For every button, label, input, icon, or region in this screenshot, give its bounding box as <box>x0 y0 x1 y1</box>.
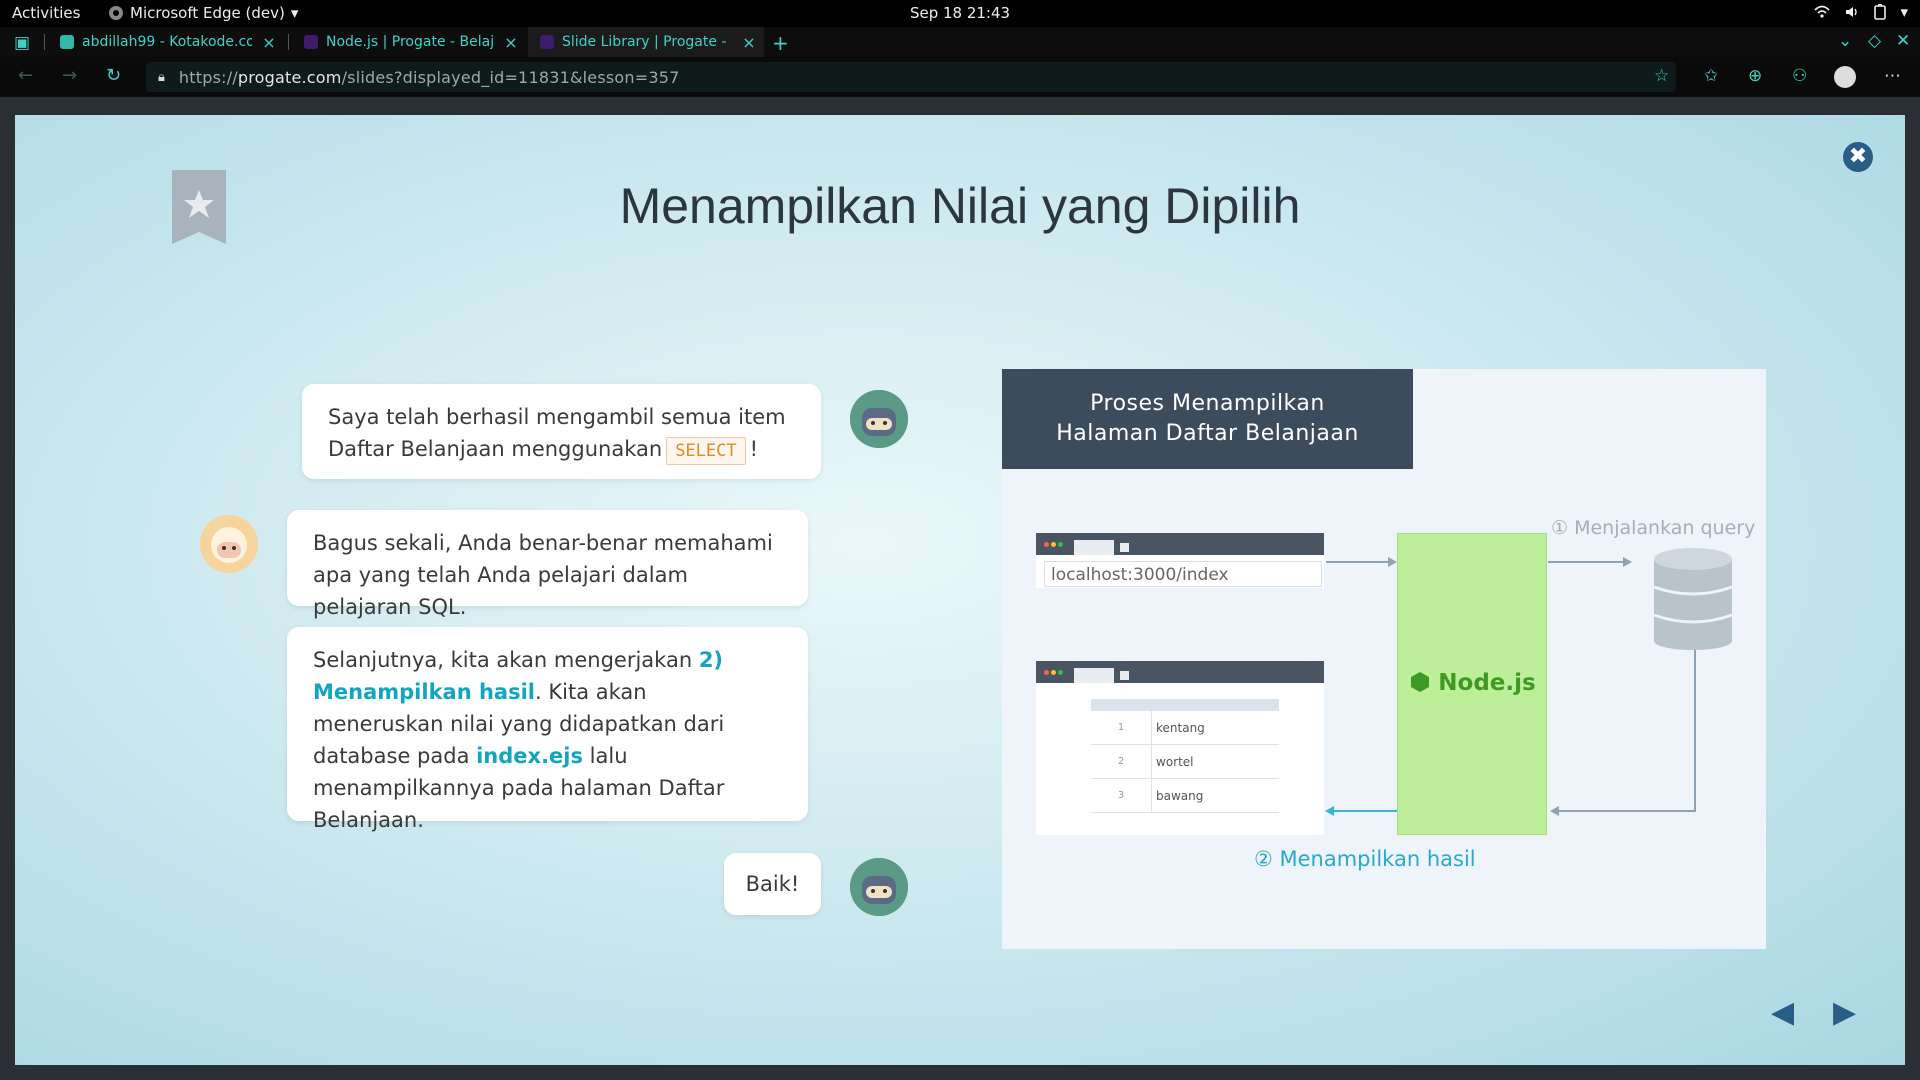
highlight-text: index.ejs <box>476 744 583 768</box>
message-text: Selanjutnya, kita akan mengerjakan <box>313 648 699 672</box>
tab-actions-icon[interactable]: ▣ <box>14 33 30 53</box>
battery-icon[interactable] <box>1874 4 1887 20</box>
edge-icon <box>109 6 123 20</box>
chat-bubble-ninja-1: Saya telah berhasil mengambil semua item… <box>302 384 821 479</box>
kotakode-favicon-icon <box>60 35 74 49</box>
message-text: Baik! <box>745 872 800 896</box>
tab-title: Slide Library | Progate - B <box>562 34 732 50</box>
database-icon <box>1653 548 1733 650</box>
share-icon[interactable]: ⚇ <box>1792 66 1807 86</box>
wifi-icon[interactable] <box>1814 5 1831 19</box>
url-text[interactable]: https://progate.com/slides?displayed_id=… <box>179 68 680 87</box>
profile-avatar[interactable] <box>1834 66 1856 88</box>
volume-icon[interactable] <box>1844 5 1860 19</box>
next-slide-button[interactable]: ▶ <box>1833 995 1856 1030</box>
slide-panel: Menampilkan Nilai yang Dipilih ✖ Saya te… <box>15 115 1905 1065</box>
result-return-line <box>1557 645 1696 812</box>
chat-bubble-sheep-2: Selanjutnya, kita akan mengerjakan 2) Me… <box>287 627 808 832</box>
chat-bubble-ninja-2: Baik! <box>724 853 821 915</box>
ninja-cat-icon <box>850 390 908 448</box>
close-tab-icon[interactable]: × <box>260 33 278 52</box>
progate-favicon-icon <box>540 35 554 49</box>
message-text: ! <box>749 437 759 461</box>
message-text: Bagus sekali, Anda benar-benar memahami … <box>313 531 773 619</box>
chat-bubble-sheep-1: Bagus sekali, Anda benar-benar memahami … <box>287 510 808 619</box>
close-window-icon[interactable]: ✕ <box>1896 31 1910 51</box>
close-tab-icon[interactable]: × <box>502 33 520 52</box>
query-arrowhead-icon <box>1623 557 1632 567</box>
app-menu[interactable]: Microsoft Edge (dev) ▾ <box>108 4 298 22</box>
ninja-avatar <box>850 390 908 448</box>
system-top-bar: Activities Microsoft Edge (dev) ▾ Sep 18… <box>0 0 1920 27</box>
tab-title: Node.js | Progate - Belajar <box>326 34 494 50</box>
step-2-label: ② Menampilkan hasil <box>1254 847 1476 871</box>
sync-icon[interactable]: ◇ <box>1868 31 1881 51</box>
step-1-label: ① Menjalankan query <box>1551 517 1756 539</box>
progate-favicon-icon <box>304 35 318 49</box>
tab-list-chevron-icon[interactable]: ⌄ <box>1838 31 1852 51</box>
prev-slide-button[interactable]: ◀ <box>1771 995 1794 1030</box>
process-diagram: Proses Menampilkan Halaman Daftar Belanj… <box>1002 369 1766 949</box>
display-arrowhead-icon <box>1325 806 1334 816</box>
tab-divider <box>288 34 289 50</box>
more-options-icon[interactable]: ⋯ <box>1884 66 1901 86</box>
forward-icon[interactable]: → <box>62 65 77 86</box>
tab-slide-library[interactable]: Slide Library | Progate - B × <box>528 27 764 57</box>
clock[interactable]: Sep 18 21:43 <box>910 4 1010 22</box>
request-arrowhead-icon <box>1388 557 1397 567</box>
navigation-bar: ← → ↻ 🔒︎ https://progate.com/slides?disp… <box>0 57 1920 97</box>
sheep-icon <box>200 515 258 573</box>
sheep-avatar <box>200 515 258 573</box>
ninja-avatar <box>850 858 908 916</box>
chevron-down-icon: ▾ <box>290 4 299 22</box>
tab-strip: ▣ abdillah99 - Kotakode.com × Node.js | … <box>0 27 1920 57</box>
tab-progate-nodejs[interactable]: Node.js | Progate - Belajar × <box>292 27 526 57</box>
ninja-cat-icon <box>850 858 908 916</box>
collections-icon[interactable]: ⊕ <box>1748 66 1762 86</box>
tab-divider <box>44 34 45 50</box>
system-menu-chevron-icon[interactable]: ▾ <box>1900 3 1908 21</box>
add-favorite-icon[interactable]: ☆ <box>1654 66 1669 86</box>
tab-kotakode[interactable]: abdillah99 - Kotakode.com × <box>48 27 284 57</box>
activities-button[interactable]: Activities <box>12 4 80 22</box>
address-bar[interactable]: 🔒︎ https://progate.com/slides?displayed_… <box>146 62 1676 92</box>
slide-title: Menampilkan Nilai yang Dipilih <box>619 178 1301 234</box>
lock-icon[interactable]: 🔒︎ <box>158 70 165 85</box>
close-tab-icon[interactable]: × <box>740 33 758 52</box>
close-slide-button[interactable]: ✖ <box>1843 142 1873 172</box>
code-chip: SELECT <box>666 437 746 465</box>
tab-title: abdillah99 - Kotakode.com <box>82 34 252 50</box>
favorites-icon[interactable]: ✩ <box>1704 66 1718 86</box>
app-menu-label: Microsoft Edge (dev) <box>130 4 285 22</box>
new-tab-icon[interactable]: + <box>772 31 789 55</box>
reload-icon[interactable]: ↻ <box>106 65 121 86</box>
result-arrowhead-icon <box>1550 806 1559 816</box>
back-icon[interactable]: ← <box>18 65 33 86</box>
